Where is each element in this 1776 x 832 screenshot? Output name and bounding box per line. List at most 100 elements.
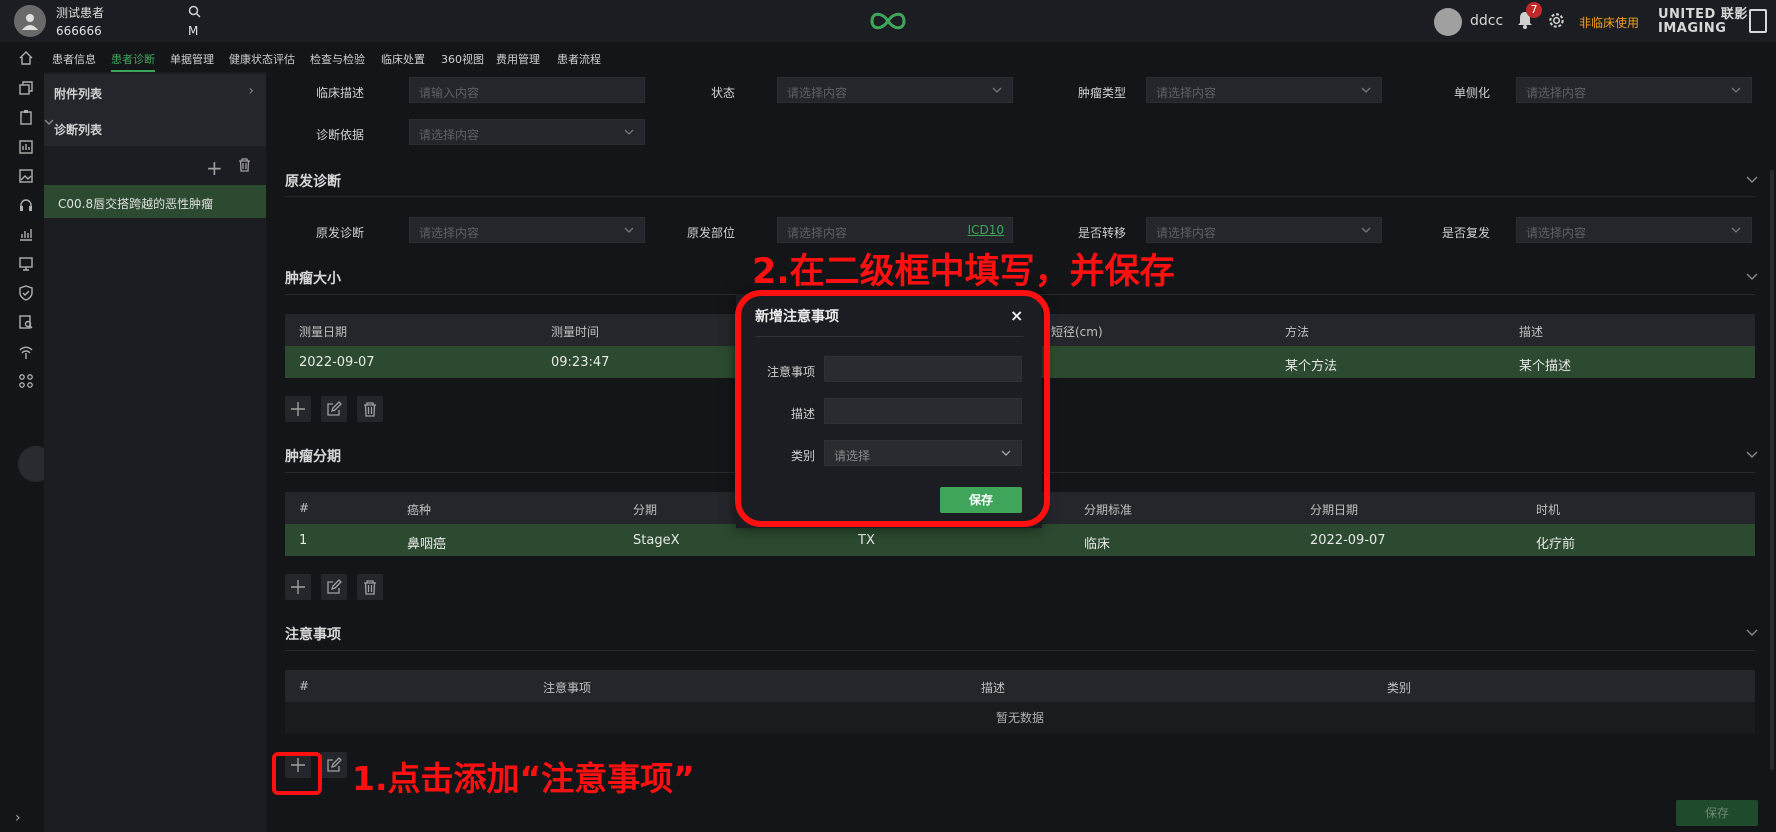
icd10-link[interactable]: ICD10 [968, 223, 1004, 237]
th-short-diameter: 短径(cm) [1051, 325, 1103, 339]
empty-state-row: 暂无数据 [285, 702, 1755, 734]
edit-note-button[interactable] [321, 752, 347, 778]
tumor-size-title: 肿瘤大小 [285, 271, 341, 287]
table-header: # 注意事项 描述 类别 [285, 670, 1755, 702]
primary-diagnosis-title: 原发诊断 [285, 174, 341, 190]
status-label: 状态 [710, 86, 735, 100]
delete-staging-button[interactable] [357, 574, 383, 600]
td-stage-date: 2022-09-07 [1310, 533, 1386, 548]
tab-patient-info[interactable]: 患者信息 [52, 51, 96, 67]
attachments-list-header[interactable]: 附件列表 › [44, 74, 266, 110]
user-name[interactable]: ddcc [1470, 13, 1503, 29]
notes-title: 注意事项 [285, 627, 341, 643]
tab-patient-diagnosis[interactable]: 患者诊断 [111, 51, 155, 67]
tab-360-view[interactable]: 360视图 [441, 51, 484, 67]
td-index: 1 [299, 533, 308, 548]
laterality-placeholder: 请选择内容 [1526, 86, 1587, 100]
tumor-staging-title: 肿瘤分期 [285, 449, 341, 465]
patient-nav: 患者信息 患者诊断 单据管理 健康状态评估 检查与检验 临床处置 360视图 费… [44, 42, 1776, 72]
edit-icon [327, 757, 342, 772]
th-note: 注意事项 [543, 681, 592, 695]
td-method: 某个方法 [1285, 359, 1338, 374]
tab-clinical-treatment[interactable]: 临床处置 [381, 51, 425, 67]
add-tumor-size-button[interactable] [285, 396, 311, 422]
document-search-icon[interactable] [18, 314, 34, 330]
chevron-down-icon [1731, 227, 1741, 233]
headset-icon[interactable] [18, 197, 34, 213]
home-icon[interactable] [18, 50, 34, 66]
gear-icon[interactable] [1547, 11, 1566, 30]
th-description: 描述 [1519, 325, 1544, 339]
shield-icon[interactable] [18, 285, 34, 301]
delete-tumor-size-button[interactable] [357, 396, 383, 422]
user-icon [22, 14, 38, 30]
annotation-highlight-add [272, 752, 322, 795]
brand-line1: UNITED 联影 [1658, 7, 1748, 22]
save-button[interactable]: 保存 [1676, 800, 1758, 826]
diag-basis-select[interactable]: 请选择内容 [409, 119, 645, 145]
th-measure-time: 测量时间 [551, 325, 600, 339]
chevron-right-icon: › [248, 83, 254, 99]
edit-tumor-size-button[interactable] [321, 396, 347, 422]
scrollbar[interactable] [1770, 170, 1774, 770]
apps-icon[interactable] [18, 373, 34, 389]
recurrence-label: 是否复发 [1441, 226, 1490, 240]
copy-icon[interactable] [18, 80, 34, 96]
td-timing: 化疗前 [1536, 537, 1576, 552]
user-avatar[interactable] [1434, 8, 1462, 36]
th-cancer-type: 癌种 [407, 503, 432, 517]
metastasis-placeholder: 请选择内容 [1156, 226, 1217, 240]
table-row[interactable]: 1 鼻咽癌 StageX TX 临床 2022-09-07 化疗前 [285, 524, 1755, 556]
primary-site-select[interactable]: 请选择内容 ICD10 [777, 217, 1013, 243]
tab-document-management[interactable]: 单据管理 [170, 51, 214, 67]
add-staging-button[interactable] [285, 574, 311, 600]
th-index: # [299, 501, 310, 515]
annotation-step1: 1.点击添加“注意事项” [352, 759, 695, 798]
chevron-down-icon [1361, 87, 1371, 93]
chevron-down-icon[interactable] [1746, 451, 1758, 459]
tab-exam-lab[interactable]: 检查与检验 [310, 51, 365, 67]
diagnosis-list-header[interactable]: 诊断列表 [44, 110, 266, 146]
trash-icon[interactable] [238, 158, 251, 172]
monitor-icon[interactable] [18, 256, 34, 272]
signal-icon[interactable] [18, 344, 34, 360]
diagnosis-list-item[interactable]: C00.8唇交搭跨越的恶性肿瘤 [44, 185, 266, 218]
add-diagnosis-icon[interactable]: + [206, 156, 223, 180]
clinical-desc-placeholder: 请输入内容 [419, 86, 480, 100]
clipboard-icon[interactable] [18, 109, 34, 125]
brand-mark-icon [1749, 9, 1767, 33]
status-select[interactable]: 请选择内容 [777, 77, 1013, 103]
image-icon[interactable] [18, 168, 34, 184]
chevron-down-icon[interactable] [1746, 176, 1758, 184]
tumor-type-select[interactable]: 请选择内容 [1146, 77, 1382, 103]
chevron-down-icon [1731, 87, 1741, 93]
diagnosis-list-label: 诊断列表 [54, 123, 103, 137]
diag-basis-label: 诊断依据 [315, 128, 364, 142]
tumor-type-label: 肿瘤类型 [1077, 86, 1126, 100]
metastasis-select[interactable]: 请选择内容 [1146, 217, 1382, 243]
tab-patient-flow[interactable]: 患者流程 [557, 51, 601, 67]
chevron-down-icon[interactable] [1746, 629, 1758, 637]
clinical-desc-input[interactable]: 请输入内容 [409, 77, 645, 103]
tab-billing[interactable]: 费用管理 [496, 51, 540, 67]
search-icon[interactable] [188, 5, 201, 18]
annotation-highlight-modal [735, 290, 1050, 527]
td-stage-standard: 临床 [1084, 537, 1111, 552]
primary-diag-placeholder: 请选择内容 [419, 226, 480, 240]
patient-avatar[interactable] [14, 5, 46, 37]
recurrence-select[interactable]: 请选择内容 [1516, 217, 1752, 243]
tab-health-assessment[interactable]: 健康状态评估 [229, 51, 295, 67]
primary-diag-select[interactable]: 请选择内容 [409, 217, 645, 243]
plus-icon [291, 580, 305, 594]
empty-state-text: 暂无数据 [995, 711, 1044, 725]
edit-staging-button[interactable] [321, 574, 347, 600]
primary-site-placeholder: 请选择内容 [787, 226, 848, 240]
diagnosis-side-panel: 附件列表 › 诊断列表 + C00.8唇交搭跨越的恶性肿瘤 [44, 72, 266, 832]
chart-icon[interactable] [18, 226, 34, 242]
report-icon[interactable] [18, 139, 34, 155]
chevron-down-icon[interactable] [1746, 273, 1758, 281]
expand-rail-icon[interactable]: › [15, 810, 21, 826]
metastasis-label: 是否转移 [1077, 226, 1126, 240]
laterality-select[interactable]: 请选择内容 [1516, 77, 1752, 103]
left-rail: › [0, 42, 54, 832]
